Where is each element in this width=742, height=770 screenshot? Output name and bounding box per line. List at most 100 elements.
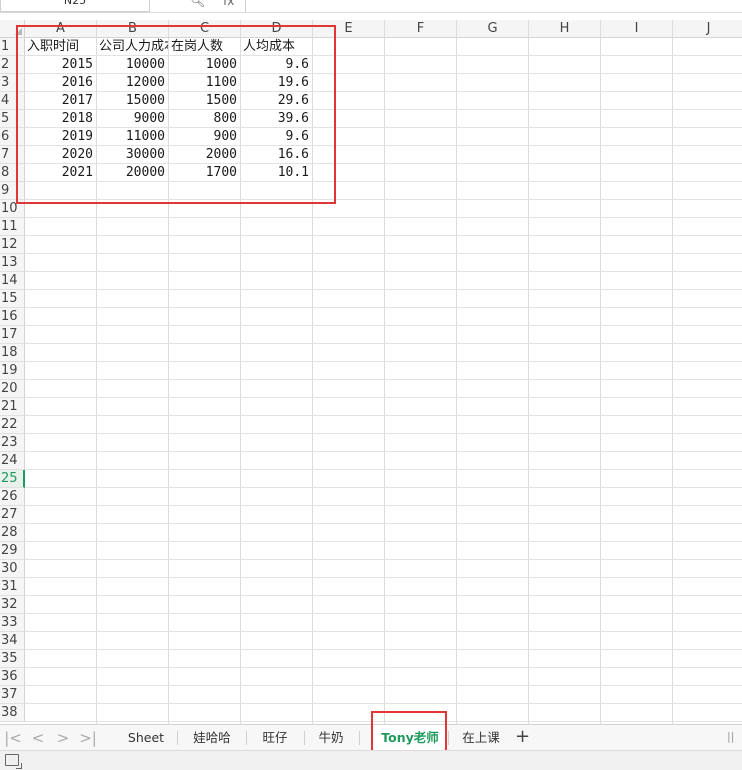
row-header-16[interactable]: 16 (0, 308, 25, 326)
row-header-9[interactable]: 9 (0, 182, 25, 200)
cell-b3[interactable]: 12000 (97, 74, 168, 92)
row-header-8[interactable]: 8 (0, 164, 25, 182)
row-header-35[interactable]: 35 (0, 650, 25, 668)
cell-a8[interactable]: 2021 (25, 164, 96, 182)
cell-b6[interactable]: 11000 (97, 128, 168, 146)
row-header-27[interactable]: 27 (0, 506, 25, 524)
row-header-26[interactable]: 26 (0, 488, 25, 506)
cell-a5[interactable]: 2018 (25, 110, 96, 128)
cell-d7[interactable]: 16.6 (241, 146, 312, 164)
row-header-4[interactable]: 4 (0, 92, 25, 110)
cell-a4[interactable]: 2017 (25, 92, 96, 110)
row-header-30[interactable]: 30 (0, 560, 25, 578)
row-header-10[interactable]: 10 (0, 200, 25, 218)
cell-c6[interactable]: 900 (169, 128, 240, 146)
cell-d5[interactable]: 39.6 (241, 110, 312, 128)
cell-b7[interactable]: 30000 (97, 146, 168, 164)
cell-a6[interactable]: 2019 (25, 128, 96, 146)
add-sheet-icon[interactable]: + (515, 726, 530, 747)
sheet-tab-3[interactable]: 旺仔 (248, 725, 302, 750)
row-header-15[interactable]: 15 (0, 290, 25, 308)
cell-c1[interactable]: 在岗人数 (169, 38, 240, 56)
row-header-28[interactable]: 28 (0, 524, 25, 542)
prev-sheet-icon[interactable]: < (29, 729, 47, 747)
row-header-13[interactable]: 13 (0, 254, 25, 272)
row-header-21[interactable]: 21 (0, 398, 25, 416)
row-header-36[interactable]: 36 (0, 668, 25, 686)
cell-a1[interactable]: 入职时间 (25, 38, 96, 56)
tab-scroll-grip-icon[interactable]: || (727, 730, 734, 743)
screen-capture-icon[interactable] (5, 754, 22, 769)
cell-d6[interactable]: 9.6 (241, 128, 312, 146)
column-header-f[interactable]: F (385, 20, 457, 38)
first-sheet-icon[interactable]: |< (4, 729, 22, 747)
cell-c2[interactable]: 1000 (169, 56, 240, 74)
column-header-b[interactable]: B (97, 20, 169, 38)
cell-a7[interactable]: 2020 (25, 146, 96, 164)
cell-d3[interactable]: 19.6 (241, 74, 312, 92)
magnifier-icon[interactable]: 🔍︎ (190, 0, 205, 8)
cell-grid[interactable]: 入职时间公司人力成本在岗人数人均成本20151000010009.6201612… (25, 38, 742, 724)
cell-b2[interactable]: 10000 (97, 56, 168, 74)
column-header-j[interactable]: J (673, 20, 742, 38)
column-header-e[interactable]: E (313, 20, 385, 38)
cell-d4[interactable]: 29.6 (241, 92, 312, 110)
row-header-6[interactable]: 6 (0, 128, 25, 146)
row-header-37[interactable]: 37 (0, 686, 25, 704)
next-sheet-icon[interactable]: > (54, 729, 72, 747)
column-header-a[interactable]: A (25, 20, 97, 38)
column-header-i[interactable]: I (601, 20, 673, 38)
row-header-34[interactable]: 34 (0, 632, 25, 650)
formula-input[interactable] (245, 0, 742, 12)
row-header-11[interactable]: 11 (0, 218, 25, 236)
row-header-23[interactable]: 23 (0, 434, 25, 452)
row-header-22[interactable]: 22 (0, 416, 25, 434)
row-header-32[interactable]: 32 (0, 596, 25, 614)
row-header-20[interactable]: 20 (0, 380, 25, 398)
row-header-24[interactable]: 24 (0, 452, 25, 470)
row-header-31[interactable]: 31 (0, 578, 25, 596)
row-header-17[interactable]: 17 (0, 326, 25, 344)
row-header-19[interactable]: 19 (0, 362, 25, 380)
last-sheet-icon[interactable]: >| (79, 729, 97, 747)
name-box[interactable]: N25 (0, 0, 150, 12)
row-header-38[interactable]: 38 (0, 704, 25, 722)
row-header-29[interactable]: 29 (0, 542, 25, 560)
row-header-2[interactable]: 2 (0, 56, 25, 74)
cell-b1[interactable]: 公司人力成本 (97, 38, 168, 56)
select-all-corner[interactable] (0, 20, 25, 38)
cell-b4[interactable]: 15000 (97, 92, 168, 110)
row-header-14[interactable]: 14 (0, 272, 25, 290)
cell-c5[interactable]: 800 (169, 110, 240, 128)
column-header-g[interactable]: G (457, 20, 529, 38)
row-header-25[interactable]: 25 (0, 470, 25, 488)
row-header-1[interactable]: 1 (0, 38, 25, 56)
sheet-tab-5[interactable]: Tony老师 (374, 725, 446, 750)
cell-a2[interactable]: 2015 (25, 56, 96, 74)
cell-d1[interactable]: 人均成本 (241, 38, 312, 56)
cell-c7[interactable]: 2000 (169, 146, 240, 164)
column-header-h[interactable]: H (529, 20, 601, 38)
column-header-d[interactable]: D (241, 20, 313, 38)
row-header-7[interactable]: 7 (0, 146, 25, 164)
sheet-tab-6[interactable]: 在上课 (450, 725, 512, 750)
cell-c4[interactable]: 1500 (169, 92, 240, 110)
cell-a3[interactable]: 2016 (25, 74, 96, 92)
column-header-c[interactable]: C (169, 20, 241, 38)
cell-d2[interactable]: 9.6 (241, 56, 312, 74)
sheet-tab-1[interactable]: Sheet (117, 725, 175, 750)
cell-c3[interactable]: 1100 (169, 74, 240, 92)
sheet-tab-4[interactable]: 牛奶 (305, 725, 357, 750)
row-header-18[interactable]: 18 (0, 344, 25, 362)
fx-label[interactable]: fx (223, 0, 234, 8)
cell-d8[interactable]: 10.1 (241, 164, 312, 182)
cell-b8[interactable]: 20000 (97, 164, 168, 182)
row-header-5[interactable]: 5 (0, 110, 25, 128)
cell-c8[interactable]: 1700 (169, 164, 240, 182)
cell-b5[interactable]: 9000 (97, 110, 168, 128)
row-header-3[interactable]: 3 (0, 74, 25, 92)
sheet-tab-2[interactable]: 娃哈哈 (180, 725, 244, 750)
row-header-33[interactable]: 33 (0, 614, 25, 632)
grid-row-line (25, 199, 742, 200)
row-header-12[interactable]: 12 (0, 236, 25, 254)
